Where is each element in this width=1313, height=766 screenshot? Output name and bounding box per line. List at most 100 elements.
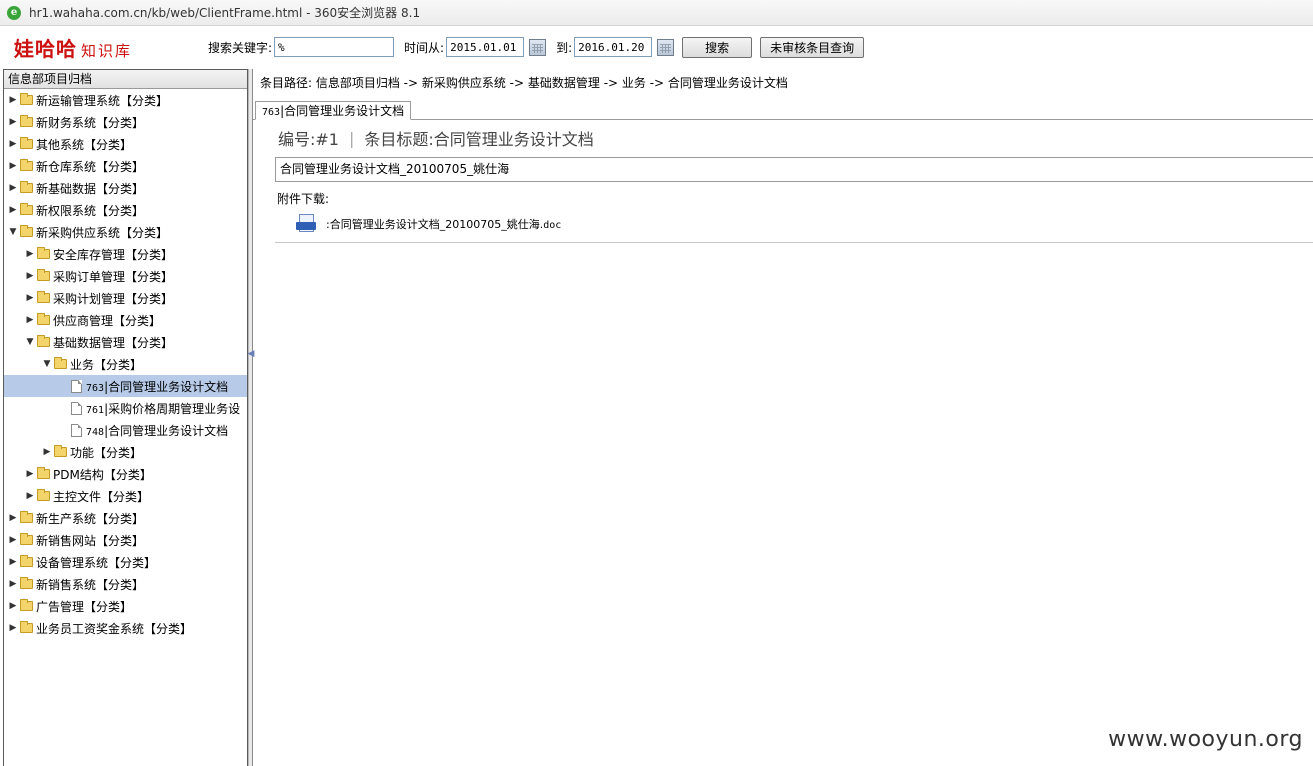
collapsed-arrow-icon[interactable]: ▶ bbox=[8, 601, 18, 611]
tree-item-category[interactable]: ▶ 新仓库系统【分类】 bbox=[4, 155, 247, 177]
tree-item-category[interactable]: ▼ 基础数据管理【分类】 bbox=[4, 331, 247, 353]
folder-icon bbox=[20, 159, 33, 171]
expanded-arrow-icon[interactable]: ▼ bbox=[42, 359, 52, 369]
collapsed-arrow-icon[interactable]: ▶ bbox=[8, 557, 18, 567]
collapsed-arrow-icon[interactable]: ▶ bbox=[8, 139, 18, 149]
tree-item-label: 新生产系统【分类】 bbox=[36, 510, 144, 527]
tree-item-label: 业务【分类】 bbox=[70, 356, 142, 373]
tree-item-category[interactable]: ▶ 新销售系统【分类】 bbox=[4, 573, 247, 595]
time-to-label: 到: bbox=[556, 40, 573, 55]
attachment-extension: doc bbox=[543, 220, 562, 231]
collapsed-arrow-icon[interactable]: ▶ bbox=[25, 249, 35, 259]
collapsed-arrow-icon[interactable]: ▶ bbox=[8, 183, 18, 193]
category-tree-panel: 信息部项目归档 ▶ 新运输管理系统【分类】 ▶ 新财务系统【分类】 ▶ 其他系统【分类】 ▶… bbox=[3, 69, 248, 766]
tree-item-category[interactable]: ▶ 新权限系统【分类】 bbox=[4, 199, 247, 221]
tree-item-category[interactable]: ▶ 新销售网站【分类】 bbox=[4, 529, 247, 551]
tree-item-document[interactable]: 761|采购价格周期管理业务设 bbox=[4, 397, 247, 419]
collapsed-arrow-icon[interactable]: ▶ bbox=[8, 205, 18, 215]
tree-item-text: 主控文件【分类】 bbox=[53, 489, 150, 504]
tree-item-category[interactable]: ▶ 其他系统【分类】 bbox=[4, 133, 247, 155]
tree-item-label: 采购订单管理【分类】 bbox=[53, 268, 173, 285]
browser-title: hr1.wahaha.com.cn/kb/web/ClientFrame.htm… bbox=[29, 6, 421, 20]
collapsed-arrow-icon[interactable]: ▶ bbox=[8, 513, 18, 523]
calendar-from-icon[interactable] bbox=[529, 38, 547, 56]
tree-item-category[interactable]: ▶ 设备管理系统【分类】 bbox=[4, 551, 247, 573]
tree-item-category[interactable]: ▶ 业务员工资奖金系统【分类】 bbox=[4, 617, 247, 639]
search-button[interactable]: 搜索 bbox=[682, 36, 753, 58]
tree-item-category[interactable]: ▶ 新基础数据【分类】 bbox=[4, 177, 247, 199]
tree-item-category[interactable]: ▶ 安全库存管理【分类】 bbox=[4, 243, 247, 265]
collapsed-arrow-icon[interactable]: ▶ bbox=[25, 491, 35, 501]
collapsed-arrow-icon[interactable]: ▶ bbox=[8, 161, 18, 171]
tree-item-category[interactable]: ▶ 采购计划管理【分类】 bbox=[4, 287, 247, 309]
tree-item-category[interactable]: ▶ 供应商管理【分类】 bbox=[4, 309, 247, 331]
document-icon bbox=[71, 423, 82, 437]
app-logo: 娃哈哈 知识库 bbox=[14, 33, 182, 62]
unreviewed-query-button[interactable]: 未审核条目查询 bbox=[760, 36, 865, 58]
tree-item-category[interactable]: ▶ PDM结构【分类】 bbox=[4, 463, 247, 485]
collapsed-arrow-icon[interactable]: ▶ bbox=[42, 447, 52, 457]
tree-item-text: 采购计划管理【分类】 bbox=[53, 291, 174, 306]
expanded-arrow-icon[interactable]: ▼ bbox=[8, 227, 18, 237]
folder-icon bbox=[20, 599, 33, 611]
tree-item-label: 基础数据管理【分类】 bbox=[53, 334, 173, 351]
tree-item-text: 功能【分类】 bbox=[70, 445, 143, 460]
time-from-label: 时间从: bbox=[404, 40, 445, 55]
tree-panel-header: 信息部项目归档 bbox=[4, 70, 247, 89]
folder-icon bbox=[20, 225, 33, 237]
tree-item-text: 新基础数据【分类】 bbox=[36, 181, 145, 196]
tree-item-document[interactable]: 748|合同管理业务设计文档 bbox=[4, 419, 247, 441]
tree-item-label: 新权限系统【分类】 bbox=[36, 202, 144, 219]
folder-icon bbox=[54, 357, 67, 369]
collapsed-arrow-icon[interactable]: ▶ bbox=[8, 95, 18, 105]
panel-splitter[interactable]: ◀ bbox=[248, 69, 255, 766]
keyword-input[interactable]: % bbox=[274, 37, 395, 57]
calendar-to-icon[interactable] bbox=[657, 38, 675, 56]
attachment-name: :合同管理业务设计文档_20100705_姚仕海. bbox=[326, 218, 544, 231]
tree-item-category[interactable]: ▶ 主控文件【分类】 bbox=[4, 485, 247, 507]
collapse-left-icon[interactable]: ◀ bbox=[248, 339, 255, 369]
collapsed-arrow-icon[interactable]: ▶ bbox=[8, 579, 18, 589]
date-to-input[interactable]: 2016.01.20 bbox=[574, 37, 653, 57]
tree-item-id: 763 bbox=[86, 382, 105, 394]
tree-item-text: 供应商管理【分类】 bbox=[53, 313, 162, 328]
tree-item-category[interactable]: ▶ 新生产系统【分类】 bbox=[4, 507, 247, 529]
tree-item-category[interactable]: ▼ 新采购供应系统【分类】 bbox=[4, 221, 247, 243]
folder-icon bbox=[37, 247, 50, 259]
folder-icon bbox=[37, 467, 50, 479]
tab-entry[interactable]: 763|合同管理业务设计文档 bbox=[255, 101, 412, 120]
tree-item-label: 761|采购价格周期管理业务设 bbox=[86, 400, 240, 417]
tree-item-document[interactable]: 763|合同管理业务设计文档 bbox=[4, 375, 247, 397]
word-document-icon[interactable] bbox=[296, 214, 316, 234]
watermark: www.wooyun.org bbox=[1108, 727, 1303, 752]
tree-item-label: 采购计划管理【分类】 bbox=[53, 290, 173, 307]
tree-item-label: 新运输管理系统【分类】 bbox=[36, 92, 168, 109]
collapsed-arrow-icon[interactable]: ▶ bbox=[25, 271, 35, 281]
folder-icon bbox=[20, 181, 33, 193]
tree-item-label: 其他系统【分类】 bbox=[36, 136, 132, 153]
collapsed-arrow-icon[interactable]: ▶ bbox=[8, 623, 18, 633]
tree-item-category[interactable]: ▶ 功能【分类】 bbox=[4, 441, 247, 463]
tree-item-category[interactable]: ▶ 采购订单管理【分类】 bbox=[4, 265, 247, 287]
collapsed-arrow-icon[interactable]: ▶ bbox=[25, 293, 35, 303]
tree-item-text: 业务员工资奖金系统【分类】 bbox=[36, 621, 193, 636]
browser-logo-icon: e bbox=[7, 5, 21, 20]
collapsed-arrow-icon[interactable]: ▶ bbox=[8, 535, 18, 545]
tree-item-label: 新基础数据【分类】 bbox=[36, 180, 144, 197]
tree-item-text: 新销售网站【分类】 bbox=[36, 533, 145, 548]
date-from-input[interactable]: 2015.01.01 bbox=[446, 37, 525, 57]
attachment-label: 附件下载: bbox=[277, 192, 330, 206]
expanded-arrow-icon[interactable]: ▼ bbox=[25, 337, 35, 347]
attachment-row[interactable]: :合同管理业务设计文档_20100705_姚仕海.doc bbox=[296, 214, 561, 234]
tree-item-text: 业务【分类】 bbox=[70, 357, 143, 372]
attachment-download-link[interactable]: :合同管理业务设计文档_20100705_姚仕海.doc bbox=[326, 216, 561, 232]
tree-item-category[interactable]: ▼ 业务【分类】 bbox=[4, 353, 247, 375]
collapsed-arrow-icon[interactable]: ▶ bbox=[25, 315, 35, 325]
category-tree: ▶ 新运输管理系统【分类】 ▶ 新财务系统【分类】 ▶ 其他系统【分类】 ▶ 新仓库系统【分类… bbox=[4, 89, 247, 639]
collapsed-arrow-icon[interactable]: ▶ bbox=[25, 469, 35, 479]
tree-item-category[interactable]: ▶ 新运输管理系统【分类】 bbox=[4, 89, 247, 111]
tree-item-category[interactable]: ▶ 新财务系统【分类】 bbox=[4, 111, 247, 133]
tree-item-label: 新仓库系统【分类】 bbox=[36, 158, 144, 175]
collapsed-arrow-icon[interactable]: ▶ bbox=[8, 117, 18, 127]
tree-item-category[interactable]: ▶ 广告管理【分类】 bbox=[4, 595, 247, 617]
